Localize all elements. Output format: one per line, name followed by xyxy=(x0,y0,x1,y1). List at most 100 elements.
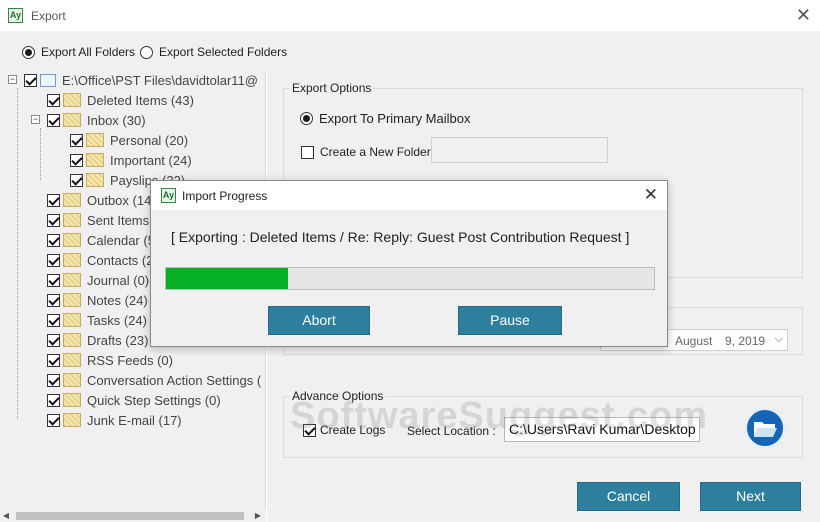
tree-horizontal-scrollbar[interactable]: ◀ ▶ xyxy=(0,510,266,522)
select-location-label: Select Location : xyxy=(407,424,496,438)
location-path-value: C:\Users\Ravi Kumar\Desktop xyxy=(509,421,696,437)
checkbox-icon[interactable] xyxy=(70,153,83,167)
folder-icon xyxy=(63,353,81,367)
radio-export-selected-label: Export Selected Folders xyxy=(159,45,288,59)
checkbox-icon[interactable] xyxy=(47,353,60,367)
tree-item-label: Tasks (24) xyxy=(87,312,147,328)
export-options-legend: Export Options xyxy=(290,81,374,95)
folder-icon xyxy=(63,313,81,327)
tree-root[interactable]: E:\Office\PST Files\davidtolar11@ xyxy=(24,71,258,90)
abort-button[interactable]: Abort xyxy=(268,306,370,335)
tree-item-journal[interactable]: Journal (0) xyxy=(47,270,149,290)
tree-item-label: Deleted Items (43) xyxy=(87,92,194,108)
tree-item-label: Calendar (5 xyxy=(87,232,155,248)
folder-icon xyxy=(63,373,81,387)
checkbox-icon[interactable] xyxy=(47,393,60,407)
tree-item-sent-items[interactable]: Sent Items xyxy=(47,210,149,230)
chevron-down-icon[interactable]: ⌵ xyxy=(775,333,783,346)
tree-item-contacts[interactable]: Contacts (2 xyxy=(47,250,153,270)
folder-icon xyxy=(63,273,81,287)
checkbox-icon[interactable] xyxy=(47,93,60,107)
tree-item-label: Junk E-mail (17) xyxy=(87,412,182,428)
tree-item-deleted-items[interactable]: Deleted Items (43) xyxy=(47,90,194,110)
checkbox-icon[interactable] xyxy=(70,133,83,147)
tree-item-rss-feeds[interactable]: RSS Feeds (0) xyxy=(47,350,173,370)
next-button[interactable]: Next xyxy=(700,482,801,511)
radio-export-primary-mailbox[interactable]: Export To Primary Mailbox xyxy=(300,111,470,126)
pause-button[interactable]: Pause xyxy=(458,306,562,335)
checkbox-icon[interactable] xyxy=(70,173,83,187)
checkbox-create-logs[interactable]: Create Logs xyxy=(303,423,385,437)
checkbox-icon[interactable] xyxy=(47,213,60,227)
tree-item-calendar[interactable]: Calendar (5 xyxy=(47,230,155,250)
checkbox-icon[interactable] xyxy=(47,273,60,287)
tree-item-quick-step-settings[interactable]: Quick Step Settings (0) xyxy=(47,390,221,410)
tree-item-outbox[interactable]: Outbox (14) xyxy=(47,190,156,210)
tree-item-personal[interactable]: Personal (20) xyxy=(70,130,188,150)
scrollbar-thumb[interactable] xyxy=(16,512,244,520)
checkbox-icon[interactable] xyxy=(301,145,314,159)
scroll-left-icon[interactable]: ◀ xyxy=(0,510,12,522)
advance-options-group: Advance Options Create Logs Select Locat… xyxy=(283,389,803,458)
checkbox-icon[interactable] xyxy=(47,333,60,347)
radio-button-icon xyxy=(140,45,153,59)
advance-options-legend: Advance Options xyxy=(290,389,386,403)
radio-export-selected-folders[interactable]: Export Selected Folders xyxy=(140,45,287,59)
tree-item-label: Drafts (23) xyxy=(87,332,149,348)
checkbox-icon[interactable] xyxy=(24,73,37,87)
scroll-right-icon[interactable]: ▶ xyxy=(252,510,264,522)
close-icon[interactable]: ✕ xyxy=(796,6,811,24)
window-titlebar: Ay Export ✕ xyxy=(0,0,820,31)
tree-item-inbox[interactable]: Inbox (30) xyxy=(47,110,146,130)
folder-icon xyxy=(63,213,81,227)
tree-item-label: Conversation Action Settings ( xyxy=(87,372,262,388)
radio-export-all-folders[interactable]: Export All Folders xyxy=(22,45,135,59)
tree-item-drafts[interactable]: Drafts (23) xyxy=(47,330,148,350)
folder-icon xyxy=(63,253,81,267)
folder-icon xyxy=(63,193,81,207)
checkbox-create-new-folder[interactable]: Create a New Folder xyxy=(301,145,431,159)
tree-item-label: Journal (0) xyxy=(87,272,150,288)
tree-item-important[interactable]: Important (24) xyxy=(70,150,192,170)
folder-icon xyxy=(63,413,81,427)
dialog-close-icon[interactable]: ✕ xyxy=(644,186,658,204)
checkbox-icon[interactable] xyxy=(47,373,60,387)
end-date-day-year: 9, 2019 xyxy=(725,334,766,348)
checkbox-icon[interactable] xyxy=(47,233,60,247)
tree-item-label: Notes (24) xyxy=(87,292,148,308)
tree-item-label: Outbox (14) xyxy=(87,192,156,208)
location-path-input[interactable]: C:\Users\Ravi Kumar\Desktop xyxy=(504,417,700,442)
folder-icon xyxy=(86,133,104,147)
checkbox-icon[interactable] xyxy=(47,193,60,207)
tree-connector xyxy=(40,128,41,180)
progress-fill xyxy=(166,268,288,289)
tree-item-tasks[interactable]: Tasks (24) xyxy=(47,310,147,330)
browse-folder-button[interactable] xyxy=(744,407,786,449)
tree-item-label: Important (24) xyxy=(110,152,192,168)
folder-icon xyxy=(63,113,81,127)
checkbox-icon[interactable] xyxy=(303,423,316,437)
tree-item-notes[interactable]: Notes (24) xyxy=(47,290,148,310)
end-date-month: August xyxy=(675,334,713,348)
app-logo-icon: Ay xyxy=(161,188,176,203)
collapse-inbox-icon[interactable]: − xyxy=(31,115,40,124)
checkbox-icon[interactable] xyxy=(47,313,60,327)
radio-button-selected-icon xyxy=(300,112,313,125)
cancel-button[interactable]: Cancel xyxy=(577,482,680,511)
tree-item-conversation-action-settings[interactable]: Conversation Action Settings ( xyxy=(47,370,261,390)
radio-export-all-label: Export All Folders xyxy=(41,45,136,59)
tree-connector xyxy=(17,88,18,419)
new-folder-name-input[interactable] xyxy=(431,137,608,163)
dialog-title: Import Progress xyxy=(182,189,268,203)
checkbox-icon[interactable] xyxy=(47,293,60,307)
folder-icon xyxy=(86,153,104,167)
folder-icon xyxy=(63,293,81,307)
checkbox-icon[interactable] xyxy=(47,413,60,427)
pst-file-icon xyxy=(40,73,56,87)
dialog-titlebar: Ay Import Progress ✕ xyxy=(151,181,667,210)
collapse-root-icon[interactable]: − xyxy=(8,75,17,84)
tree-item-label: Sent Items xyxy=(87,212,150,228)
checkbox-icon[interactable] xyxy=(47,253,60,267)
tree-item-junk-email[interactable]: Junk E-mail (17) xyxy=(47,410,182,430)
checkbox-icon[interactable] xyxy=(47,113,60,127)
